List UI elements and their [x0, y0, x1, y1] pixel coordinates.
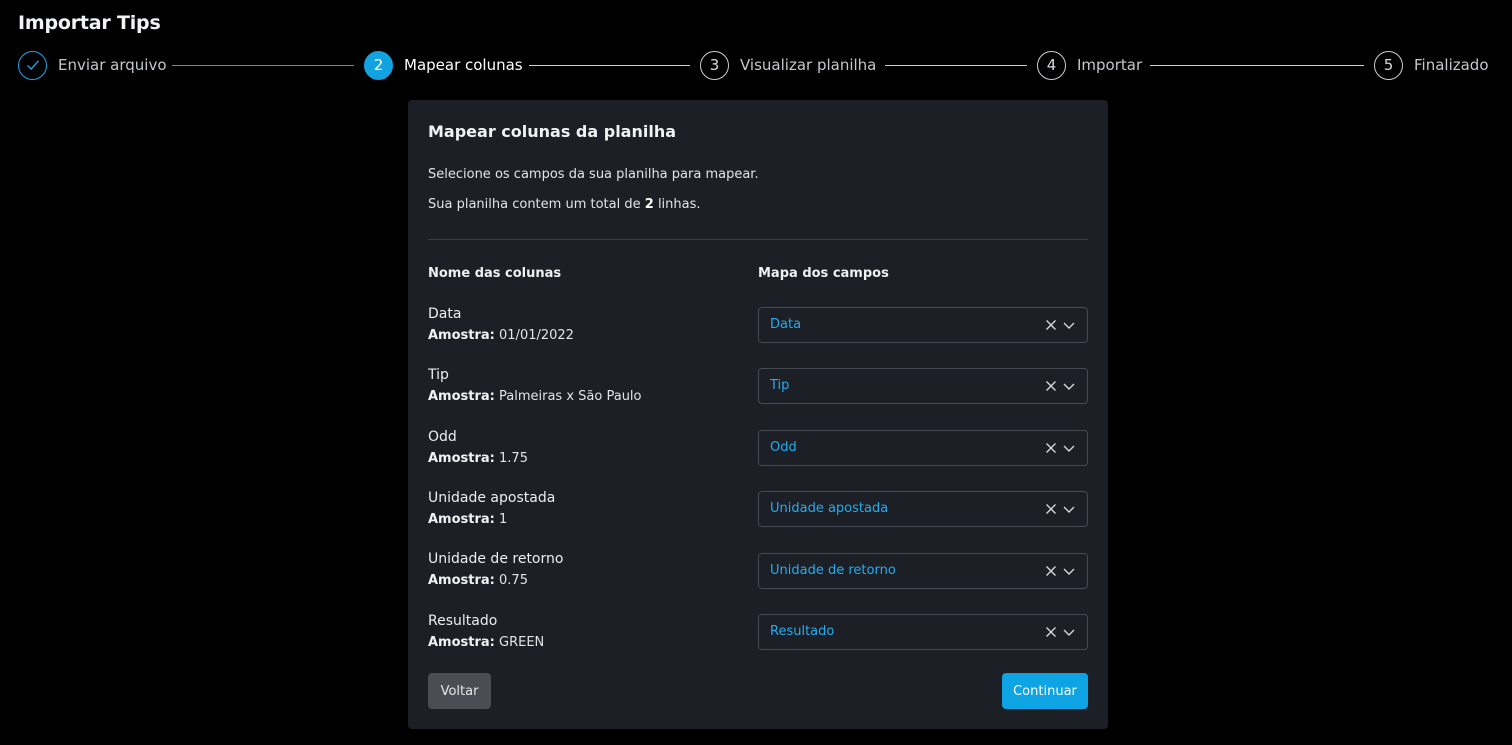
chevron-down-icon[interactable]	[1063, 627, 1075, 637]
close-icon[interactable]	[1045, 442, 1057, 454]
chevron-down-icon[interactable]	[1063, 504, 1075, 514]
field-select-value: Tip	[770, 378, 790, 393]
step-mapear-colunas[interactable]: 2 Mapear colunas	[364, 49, 523, 81]
step-connector	[1150, 65, 1364, 66]
step-visualizar-planilha[interactable]: 3 Visualizar planilha	[700, 49, 876, 81]
sample-label: Amostra:	[428, 512, 495, 527]
mapping-card: Mapear colunas da planilha Selecione os …	[408, 100, 1108, 729]
sample-value: GREEN	[499, 635, 545, 650]
step-label: Enviar arquivo	[58, 56, 167, 74]
column-sample: Amostra: 1	[428, 512, 507, 527]
column-sample: Amostra: 0.75	[428, 573, 528, 588]
sample-label: Amostra:	[428, 328, 495, 343]
field-map-header: Mapa dos campos	[758, 266, 889, 281]
sample-value: Palmeiras x São Paulo	[499, 389, 642, 404]
step-connector	[885, 65, 1027, 66]
sample-value: 0.75	[499, 573, 528, 588]
chevron-down-icon[interactable]	[1063, 566, 1075, 576]
close-icon[interactable]	[1045, 319, 1057, 331]
field-select[interactable]: Odd	[758, 430, 1088, 466]
chevron-down-icon[interactable]	[1063, 443, 1075, 453]
row-count-value: 2	[644, 197, 654, 212]
field-select[interactable]: Unidade de retorno	[758, 553, 1088, 589]
sample-label: Amostra:	[428, 451, 495, 466]
step-label: Mapear colunas	[404, 56, 523, 74]
row-count-suffix: linhas.	[657, 197, 701, 212]
chevron-down-icon[interactable]	[1063, 320, 1075, 330]
field-select[interactable]: Resultado	[758, 614, 1088, 650]
stepper: Enviar arquivo 2 Mapear colunas 3 Visual…	[0, 49, 1512, 81]
step-label: Visualizar planilha	[740, 56, 877, 74]
back-button[interactable]: Voltar	[428, 673, 491, 709]
column-sample: Amostra: Palmeiras x São Paulo	[428, 389, 642, 404]
field-select-value: Resultado	[770, 624, 835, 639]
step-number: 2	[364, 50, 393, 80]
divider	[428, 239, 1088, 240]
column-names-header: Nome das colunas	[428, 266, 562, 281]
check-icon	[26, 60, 39, 71]
step-connector	[172, 65, 354, 66]
close-icon[interactable]	[1045, 565, 1057, 577]
sample-label: Amostra:	[428, 573, 495, 588]
step-enviar-arquivo[interactable]: Enviar arquivo	[18, 49, 167, 81]
step-finalizado[interactable]: 5 Finalizado	[1374, 49, 1489, 81]
step-label: Finalizado	[1414, 56, 1489, 74]
column-name: Data	[428, 306, 462, 322]
field-select[interactable]: Unidade apostada	[758, 491, 1088, 527]
field-select-value: Unidade apostada	[770, 501, 889, 516]
sample-value: 01/01/2022	[499, 328, 574, 343]
sample-label: Amostra:	[428, 635, 495, 650]
column-name: Resultado	[428, 613, 498, 629]
chevron-down-icon[interactable]	[1063, 381, 1075, 391]
close-icon[interactable]	[1045, 626, 1057, 638]
field-select-value: Unidade de retorno	[770, 563, 896, 578]
step-label: Importar	[1077, 56, 1143, 74]
field-select[interactable]: Tip	[758, 368, 1088, 404]
sample-label: Amostra:	[428, 389, 495, 404]
column-sample: Amostra: 01/01/2022	[428, 328, 574, 343]
column-name: Unidade de retorno	[428, 551, 564, 567]
row-count-prefix: Sua planilha contem um total de	[428, 197, 641, 212]
step-number: 4	[1037, 50, 1066, 80]
sample-value: 1	[499, 512, 508, 527]
column-sample: Amostra: 1.75	[428, 451, 528, 466]
field-select[interactable]: Data	[758, 307, 1088, 343]
card-description: Selecione os campos da sua planilha para…	[428, 167, 759, 182]
column-name: Unidade apostada	[428, 490, 556, 506]
column-sample: Amostra: GREEN	[428, 635, 544, 650]
field-select-value: Odd	[770, 440, 797, 455]
step-number: 5	[1374, 50, 1403, 80]
sample-value: 1.75	[499, 451, 528, 466]
step-number: 3	[700, 50, 729, 80]
close-icon[interactable]	[1045, 503, 1057, 515]
close-icon[interactable]	[1045, 380, 1057, 392]
page-title: Importar Tips	[18, 12, 161, 34]
column-name: Tip	[428, 367, 449, 383]
field-select-value: Data	[770, 317, 802, 332]
step-connector	[529, 65, 690, 66]
step-circle	[18, 50, 47, 80]
continue-button[interactable]: Continuar	[1002, 673, 1088, 709]
step-importar[interactable]: 4 Importar	[1037, 49, 1142, 81]
row-count-text: Sua planilha contem um total de 2 linhas…	[428, 197, 701, 212]
card-title: Mapear colunas da planilha	[428, 122, 677, 141]
column-name: Odd	[428, 429, 457, 445]
